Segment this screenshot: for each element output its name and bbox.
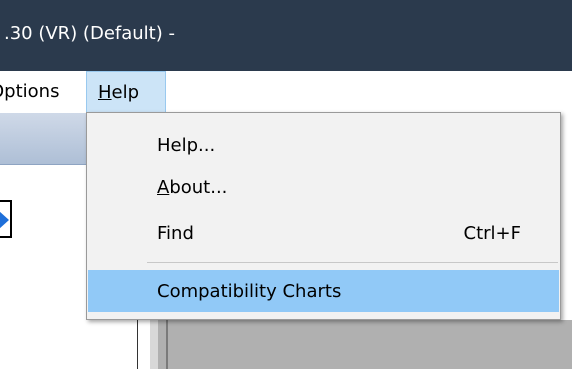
play-arrow-icon: [0, 211, 9, 229]
play-button[interactable]: [0, 200, 12, 238]
menu-separator: [147, 262, 558, 263]
title-bar: .30 (VR) (Default) -: [0, 0, 572, 71]
menu-item-compatibility-charts-label: Compatibility Charts: [157, 281, 342, 302]
menu-item-find[interactable]: Find Ctrl+F: [88, 212, 559, 254]
menu-item-compatibility-charts[interactable]: Compatibility Charts: [88, 270, 559, 312]
toolbar-row: [0, 166, 86, 266]
menu-options[interactable]: Options: [0, 71, 80, 113]
menu-item-about-rest: bout...: [169, 177, 228, 198]
menu-item-help[interactable]: Help...: [88, 124, 559, 166]
help-dropdown-menu: Help... About... Find Ctrl+F Compatibili…: [86, 112, 561, 320]
menu-item-find-shortcut: Ctrl+F: [463, 223, 521, 244]
panel-edge-line: [166, 320, 168, 369]
menu-help[interactable]: Help: [86, 71, 166, 113]
menu-options-label: Options: [0, 81, 60, 102]
panel-edge: [150, 320, 158, 369]
menu-item-about-label: About...: [157, 177, 227, 198]
panel-divider: [137, 320, 138, 369]
menu-item-help-label: Help...: [157, 135, 216, 156]
menu-help-label: elp: [111, 82, 140, 103]
menu-help-mnemonic: H: [98, 82, 112, 103]
menu-item-about[interactable]: About...: [88, 166, 559, 208]
menu-bar: Options Help: [0, 71, 572, 113]
menu-item-find-label: Find: [157, 223, 194, 244]
toolbar-strip: [0, 113, 86, 165]
menu-item-about-mnemonic: A: [157, 177, 170, 198]
content-panel: [150, 320, 572, 369]
window-title: .30 (VR) (Default) -: [4, 23, 175, 44]
